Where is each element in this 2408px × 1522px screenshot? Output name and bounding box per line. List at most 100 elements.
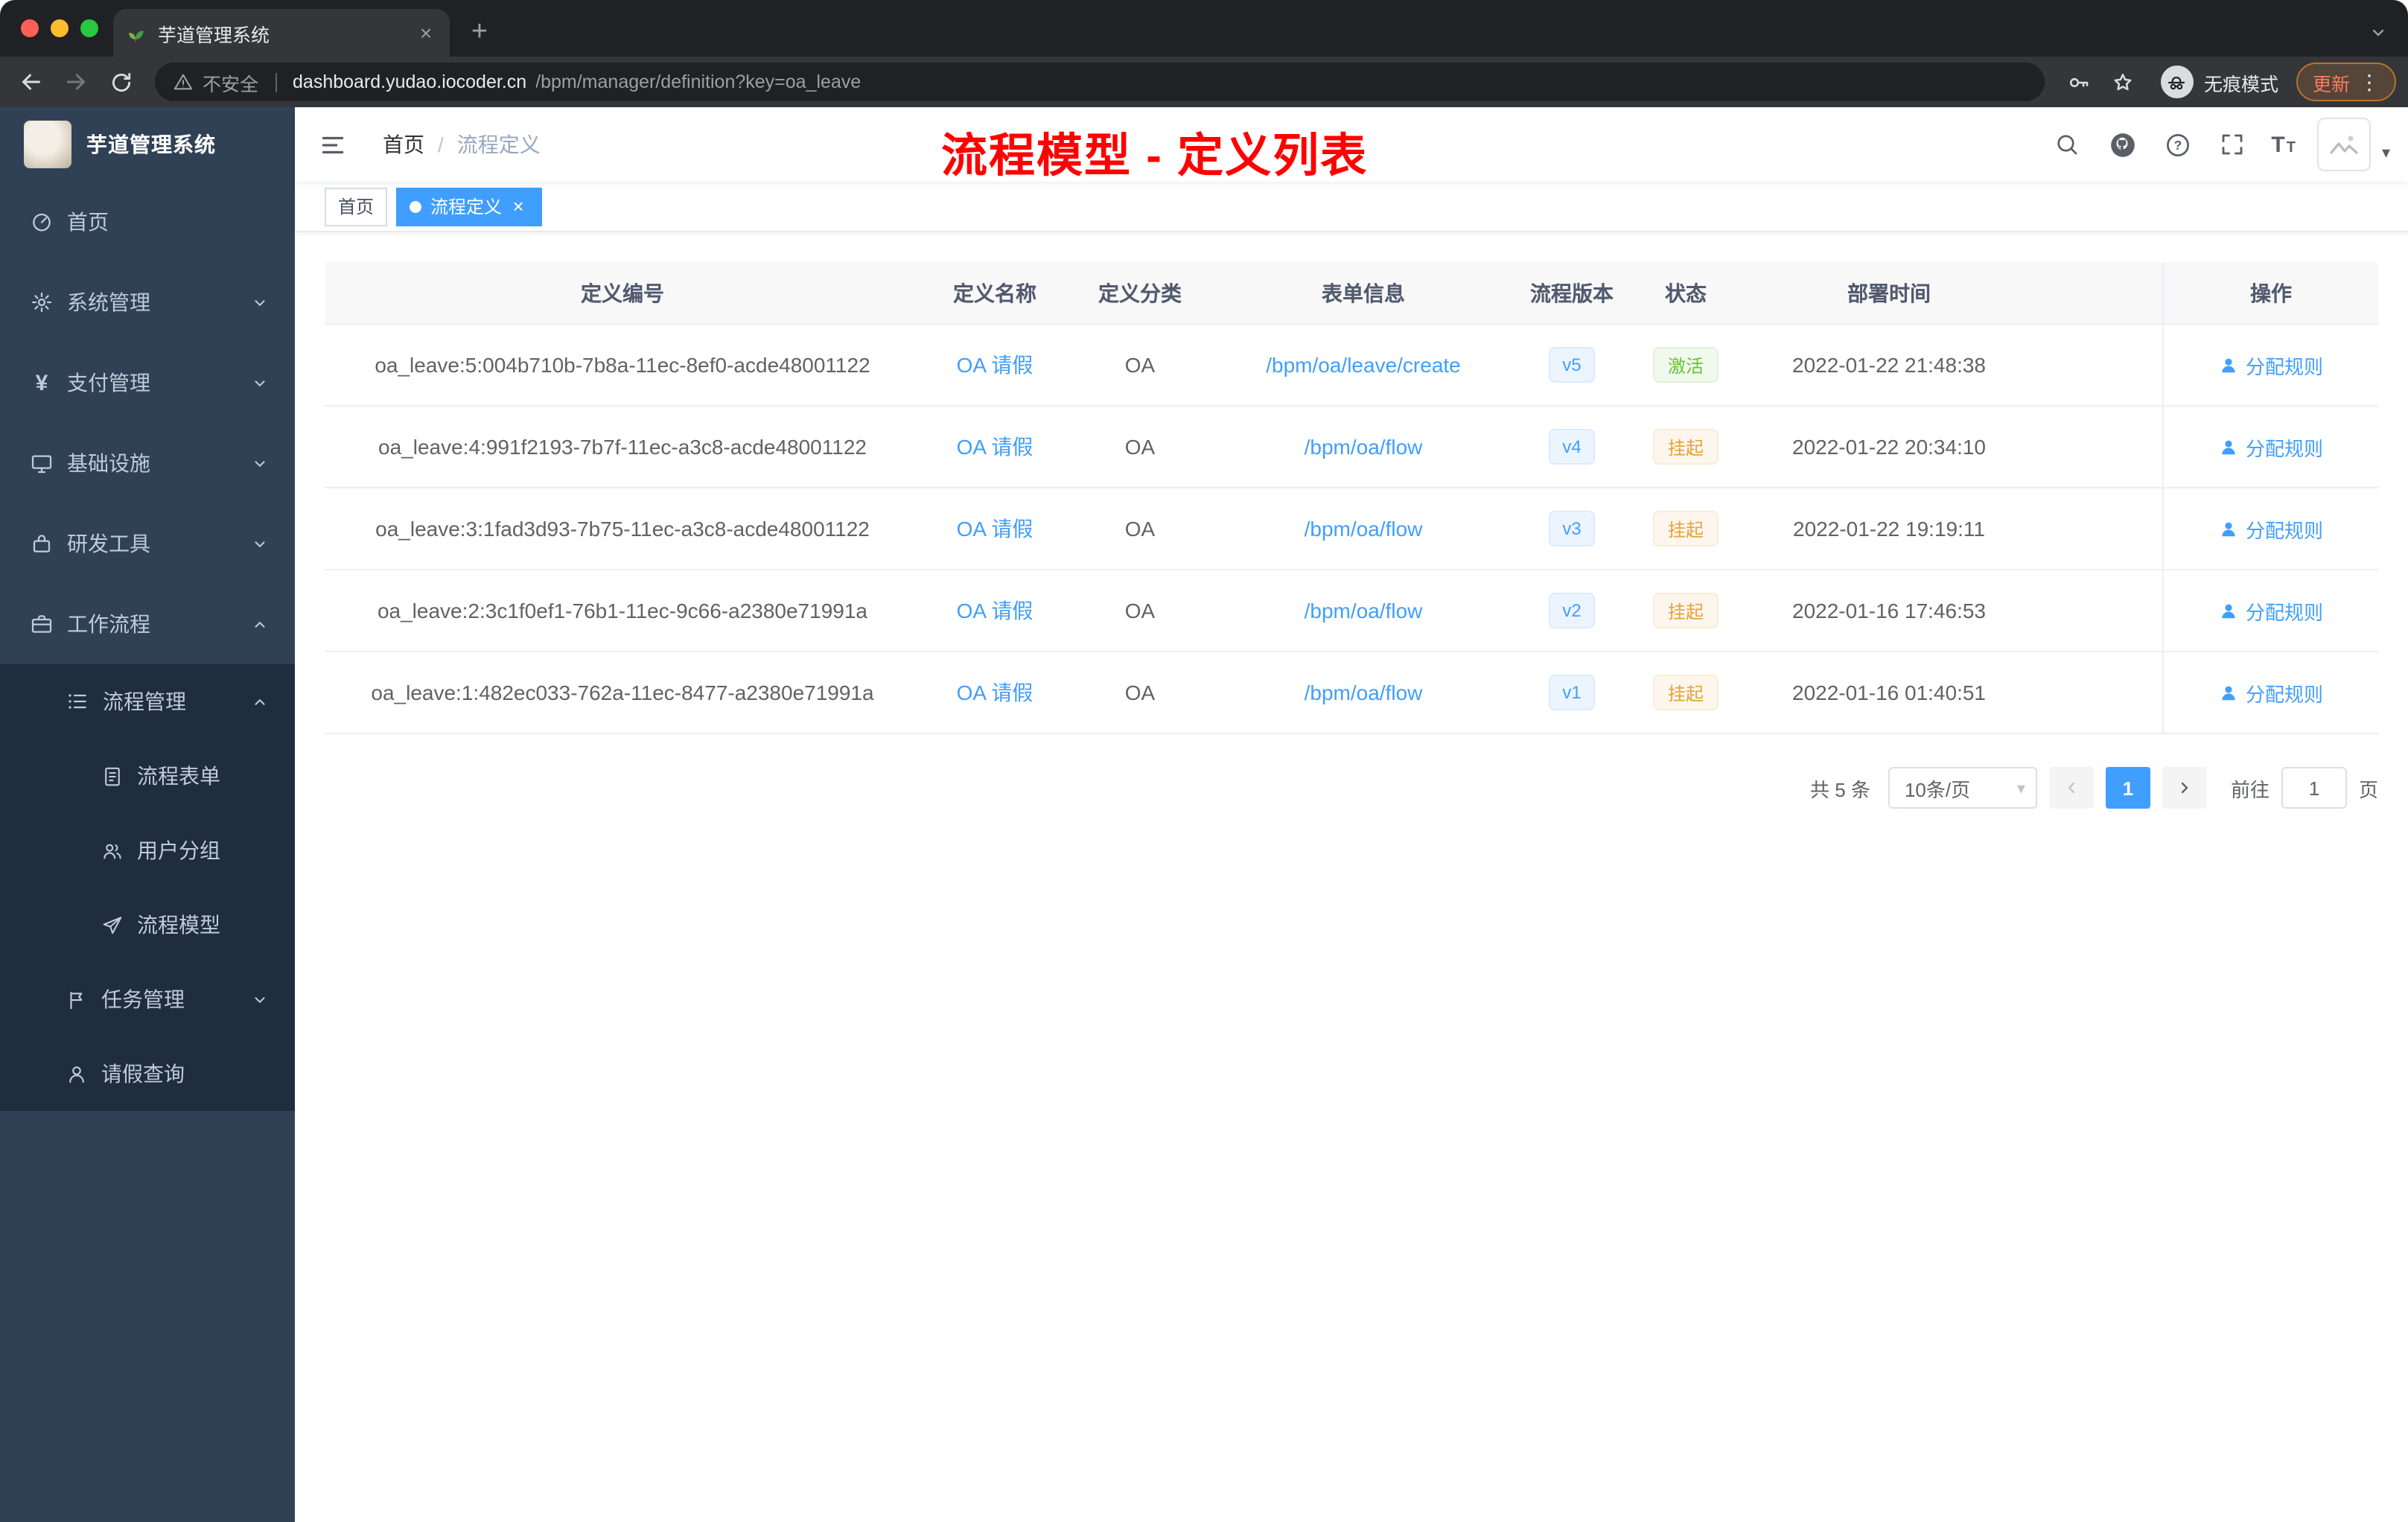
tag-home[interactable]: 首页 <box>325 187 388 226</box>
avatar[interactable] <box>2317 118 2372 171</box>
sidebar-item-task-management[interactable]: 任务管理 <box>0 962 295 1037</box>
svg-text:?: ? <box>2173 137 2182 152</box>
definition-name-link[interactable]: OA 请假 <box>957 514 1033 544</box>
sidebar-item-home[interactable]: 首页 <box>0 182 295 262</box>
cell-definition-name: OA 请假 <box>920 570 1069 651</box>
browser-tab[interactable]: 芋道管理系统 × <box>113 9 450 57</box>
form-link[interactable]: /bpm/oa/flow <box>1305 517 1423 541</box>
cell-category: OA <box>1124 681 1156 704</box>
sidebar-item-payment[interactable]: ¥ 支付管理 <box>0 343 295 423</box>
cell-operation: 分配规则 <box>2162 488 2378 569</box>
sidebar-item-leave-query[interactable]: 请假查询 <box>0 1037 295 1111</box>
github-icon[interactable] <box>2106 128 2138 161</box>
security-label[interactable]: 不安全 <box>203 68 258 96</box>
column-header: 表单信息 <box>1322 281 1405 305</box>
sidebar-item-process-management[interactable]: 流程管理 <box>0 664 295 739</box>
back-button[interactable] <box>12 63 51 101</box>
status-tag: 挂起 <box>1652 593 1719 628</box>
next-page-button[interactable] <box>2162 767 2207 809</box>
column-header: 操作 <box>2162 262 2378 323</box>
help-icon[interactable]: ? <box>2161 128 2194 161</box>
sidebar-item-dev-tools[interactable]: 研发工具 <box>0 503 295 584</box>
form-link[interactable]: /bpm/oa/flow <box>1305 681 1423 704</box>
assign-rule-button[interactable]: 分配规则 <box>2219 678 2323 707</box>
status-tag: 挂起 <box>1652 429 1719 465</box>
tag-process-definition[interactable]: 流程定义 × <box>396 187 543 226</box>
form-link[interactable]: /bpm/oa/leave/create <box>1266 353 1461 377</box>
definition-name-link[interactable]: OA 请假 <box>957 350 1033 380</box>
sidebar-item-label: 工作流程 <box>67 612 150 636</box>
new-tab-button[interactable]: + <box>459 12 500 54</box>
sidebar-item-user-group[interactable]: 用户分组 <box>0 813 295 888</box>
cell-form-info: /bpm/oa/flow <box>1211 407 1516 487</box>
tag-close-icon[interactable]: × <box>508 195 529 217</box>
sidebar-item-label: 流程模型 <box>137 913 220 937</box>
goto-page-input[interactable] <box>2281 767 2347 809</box>
forward-button[interactable] <box>57 63 95 101</box>
reload-button[interactable] <box>101 63 140 101</box>
status-tag: 激活 <box>1652 347 1719 383</box>
breadcrumb-current: 流程定义 <box>456 133 541 156</box>
tab-close-icon[interactable]: × <box>414 21 438 45</box>
form-link[interactable]: /bpm/oa/flow <box>1305 435 1423 459</box>
active-tag-dot <box>410 200 422 212</box>
sidebar-item-label: 研发工具 <box>67 532 150 555</box>
password-key-icon[interactable] <box>2060 63 2098 101</box>
sidebar: 芋道管理系统 首页 系统管理 ¥ 支付管理 基础设施 研发工具 工作流程 流程管… <box>0 107 295 1522</box>
cell-category: OA <box>1124 599 1156 623</box>
assign-rule-button[interactable]: 分配规则 <box>2219 515 2323 543</box>
address-bar[interactable]: 不安全 dashboard.yudao.iocoder.cn /bpm/mana… <box>155 63 2045 101</box>
sidebar-item-process-model[interactable]: 流程模型 <box>0 888 295 962</box>
sidebar-menu: 首页 系统管理 ¥ 支付管理 基础设施 研发工具 工作流程 流程管理 流程表单 … <box>0 182 295 1111</box>
prev-page-button[interactable] <box>2048 767 2094 809</box>
breadcrumb-home[interactable]: 首页 <box>383 130 424 159</box>
sidebar-item-system[interactable]: 系统管理 <box>0 262 295 343</box>
sidebar-item-workflow[interactable]: 工作流程 <box>0 584 295 664</box>
tab-search-chevron-icon[interactable] <box>2369 24 2387 42</box>
version-tag: v5 <box>1549 347 1595 383</box>
logo-title: 芋道管理系统 <box>86 133 216 156</box>
kebab-menu-icon[interactable]: ⋮ <box>2359 71 2380 92</box>
app-logo[interactable]: 芋道管理系统 <box>0 107 295 182</box>
zoom-window-button[interactable] <box>80 19 98 37</box>
table-row: oa_leave:1:482ec033-762a-11ec-8477-a2380… <box>325 652 2378 734</box>
cell-definition-id: oa_leave:3:1fad3d93-7b75-11ec-a3c8-acde4… <box>375 517 870 541</box>
browser-window: 芋道管理系统 × + 不安全 dashboard.yudao.iocoder.c… <box>0 0 2408 1522</box>
sidebar-item-process-form[interactable]: 流程表单 <box>0 739 295 813</box>
url-host: dashboard.yudao.iocoder.cn <box>293 71 527 92</box>
logo-image <box>24 121 71 168</box>
font-size-icon[interactable]: TT <box>2271 133 2296 156</box>
page-1-button[interactable]: 1 <box>2105 767 2150 809</box>
hamburger-icon[interactable] <box>295 130 371 159</box>
cell-definition-id: oa_leave:2:3c1f0ef1-76b1-11ec-9c66-a2380… <box>377 599 867 623</box>
cell-spacer <box>2034 488 2162 569</box>
update-button[interactable]: 更新 ⋮ <box>2296 63 2396 101</box>
tab-strip: 芋道管理系统 × + <box>0 0 2408 57</box>
cell-spacer <box>2034 407 2162 487</box>
definition-name-link[interactable]: OA 请假 <box>957 678 1033 707</box>
definition-name-link[interactable]: OA 请假 <box>957 596 1033 625</box>
assign-rule-button[interactable]: 分配规则 <box>2219 351 2323 379</box>
assign-rule-button[interactable]: 分配规则 <box>2219 596 2323 625</box>
minimize-window-button[interactable] <box>51 19 69 37</box>
column-header-spacer <box>2034 262 2162 323</box>
tag-label: 流程定义 <box>430 197 503 217</box>
tab-title: 芋道管理系统 <box>158 25 270 45</box>
column-header: 部署时间 <box>1847 281 1931 305</box>
caret-down-icon[interactable]: ▾ <box>2382 143 2390 162</box>
page-size-select[interactable]: 10条/页 ▾ <box>1888 767 2037 809</box>
sidebar-item-label: 用户分组 <box>137 838 220 862</box>
cell-category: OA <box>1124 353 1156 377</box>
sidebar-item-infrastructure[interactable]: 基础设施 <box>0 423 295 503</box>
tag-label: 首页 <box>338 197 375 217</box>
url-path: /bpm/manager/definition?key=oa_leave <box>535 71 861 92</box>
assign-rule-button[interactable]: 分配规则 <box>2219 433 2323 461</box>
definition-name-link[interactable]: OA 请假 <box>957 432 1033 462</box>
user-icon <box>2222 521 2235 536</box>
form-link[interactable]: /bpm/oa/flow <box>1305 599 1423 623</box>
bookmark-star-icon[interactable] <box>2104 63 2143 101</box>
chevron-down-icon <box>252 455 268 471</box>
search-icon[interactable] <box>2051 128 2083 161</box>
close-window-button[interactable] <box>21 19 39 37</box>
fullscreen-icon[interactable] <box>2216 128 2249 161</box>
